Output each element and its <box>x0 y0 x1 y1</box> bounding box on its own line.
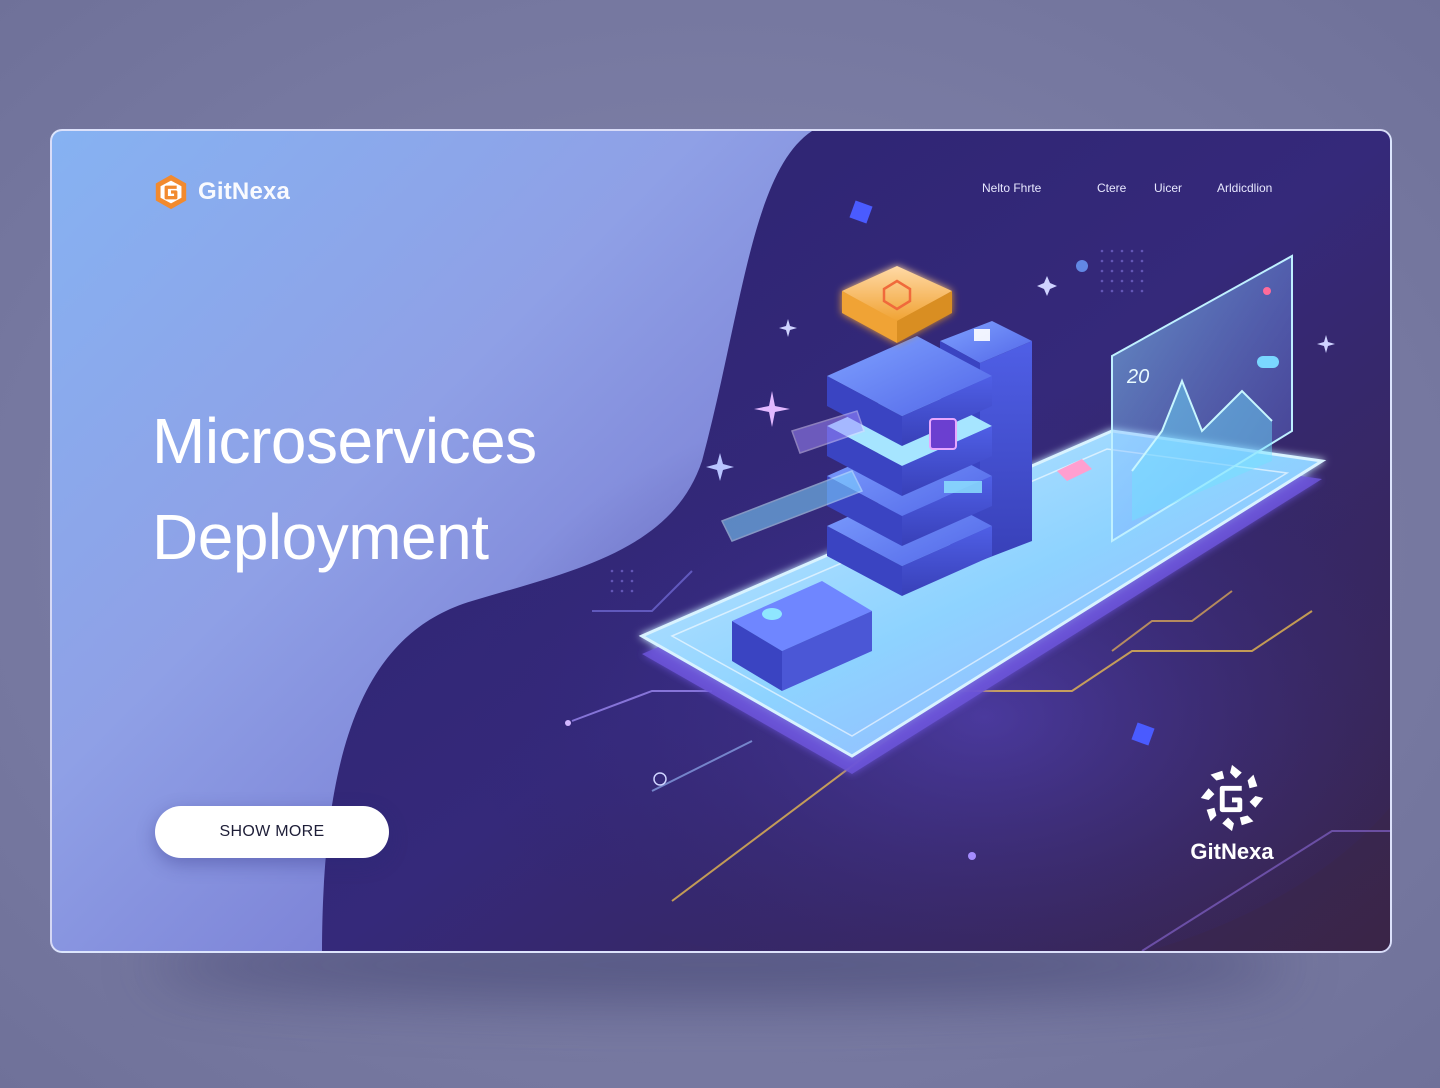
nav-item-4[interactable]: Arldicdlion <box>1217 181 1272 195</box>
nav-item-1[interactable]: Nelto Fhrte <box>982 181 1041 195</box>
gitnexa-emblem-icon <box>1200 764 1264 832</box>
page: 20 GitNexa Nelto Fhrte Ctere Uicer Arldi… <box>0 0 1440 1088</box>
hero-title: Microservices Deployment <box>152 393 537 585</box>
chart-panel-label: 20 <box>1126 366 1149 388</box>
brand-name: GitNexa <box>198 178 291 205</box>
nav-item-3[interactable]: Uicer <box>1154 181 1182 195</box>
server-stack <box>827 336 992 596</box>
show-more-button[interactable]: SHOW MORE <box>155 806 389 858</box>
hero-title-line-1: Microservices <box>152 405 537 477</box>
gitnexa-logo-icon <box>155 174 187 210</box>
nav-item-2[interactable]: Ctere <box>1097 181 1126 195</box>
gold-top-block <box>842 266 952 343</box>
footer-brand[interactable]: GitNexa <box>1172 759 1292 865</box>
hero-title-line-2: Deployment <box>152 501 489 573</box>
footer-brand-name: GitNexa <box>1190 839 1274 864</box>
hero-card: 20 GitNexa Nelto Fhrte Ctere Uicer Arldi… <box>50 129 1392 953</box>
brand-logo[interactable]: GitNexa <box>152 173 290 211</box>
